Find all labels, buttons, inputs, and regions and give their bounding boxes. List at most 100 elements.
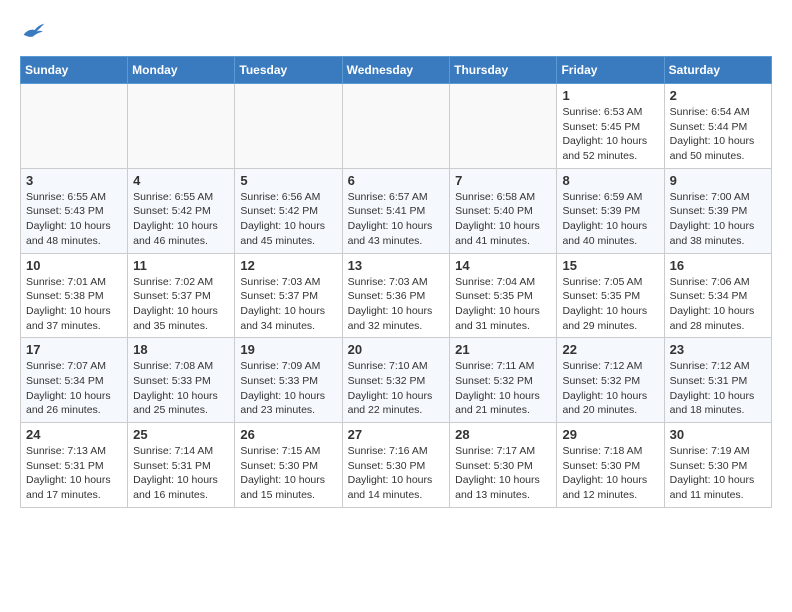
calendar-cell: 9 Sunrise: 7:00 AMSunset: 5:39 PMDaylight… (664, 168, 771, 253)
calendar-cell: 12Sunrise: 7:03 AMSunset: 5:37 PMDayligh… (235, 253, 342, 338)
day-info: Sunrise: 7:10 AMSunset: 5:32 PMDaylight:… (348, 359, 445, 418)
day-header-friday: Friday (557, 57, 664, 84)
day-number: 17 (26, 342, 122, 357)
day-header-saturday: Saturday (664, 57, 771, 84)
day-number: 20 (348, 342, 445, 357)
day-info: Sunrise: 7:18 AMSunset: 5:30 PMDaylight:… (562, 444, 658, 503)
calendar-cell: 13Sunrise: 7:03 AMSunset: 5:36 PMDayligh… (342, 253, 450, 338)
calendar-cell (342, 84, 450, 169)
calendar-cell: 17 Sunrise: 7:07 AMSunset: 5:34 PMDayligh… (21, 338, 128, 423)
calendar-cell: 23 Sunrise: 7:12 AMSunset: 5:31 PMDayligh… (664, 338, 771, 423)
calendar-cell: 16Sunrise: 7:06 AMSunset: 5:34 PMDayligh… (664, 253, 771, 338)
day-header-sunday: Sunday (21, 57, 128, 84)
day-number: 6 (348, 173, 445, 188)
calendar-cell: 8 Sunrise: 6:59 AMSunset: 5:39 PMDaylight… (557, 168, 664, 253)
logo (20, 20, 46, 40)
day-info: Sunrise: 7:12 AMSunset: 5:32 PMDaylight:… (562, 359, 658, 418)
day-info: Sunrise: 7:03 AMSunset: 5:36 PMDaylight:… (348, 275, 445, 334)
calendar-cell: 22 Sunrise: 7:12 AMSunset: 5:32 PMDayligh… (557, 338, 664, 423)
day-info: Sunrise: 7:17 AMSunset: 5:30 PMDaylight:… (455, 444, 551, 503)
day-info: Sunrise: 6:57 AMSunset: 5:41 PMDaylight:… (348, 190, 445, 249)
page-header (20, 20, 772, 40)
day-info: Sunrise: 7:14 AMSunset: 5:31 PMDaylight:… (133, 444, 229, 503)
day-number: 1 (562, 88, 658, 103)
calendar-cell: 20 Sunrise: 7:10 AMSunset: 5:32 PMDayligh… (342, 338, 450, 423)
day-number: 30 (670, 427, 766, 442)
calendar-cell: 10 Sunrise: 7:01 AMSunset: 5:38 PMDayligh… (21, 253, 128, 338)
day-header-tuesday: Tuesday (235, 57, 342, 84)
day-number: 22 (562, 342, 658, 357)
day-info: Sunrise: 6:56 AMSunset: 5:42 PMDaylight:… (240, 190, 336, 249)
day-number: 5 (240, 173, 336, 188)
day-number: 18 (133, 342, 229, 357)
day-info: Sunrise: 6:54 AMSunset: 5:44 PMDaylight:… (670, 105, 766, 164)
calendar-cell: 29 Sunrise: 7:18 AMSunset: 5:30 PMDayligh… (557, 423, 664, 508)
calendar-cell (128, 84, 235, 169)
calendar-cell: 14Sunrise: 7:04 AMSunset: 5:35 PMDayligh… (450, 253, 557, 338)
calendar-cell (450, 84, 557, 169)
calendar-cell: 24 Sunrise: 7:13 AMSunset: 5:31 PMDayligh… (21, 423, 128, 508)
calendar-cell: 25 Sunrise: 7:14 AMSunset: 5:31 PMDayligh… (128, 423, 235, 508)
day-number: 9 (670, 173, 766, 188)
calendar-cell: 5 Sunrise: 6:56 AMSunset: 5:42 PMDaylight… (235, 168, 342, 253)
day-number: 15 (562, 258, 658, 273)
day-number: 21 (455, 342, 551, 357)
day-info: Sunrise: 7:01 AMSunset: 5:38 PMDaylight:… (26, 275, 122, 334)
day-info: Sunrise: 6:59 AMSunset: 5:39 PMDaylight:… (562, 190, 658, 249)
calendar-cell: 21 Sunrise: 7:11 AMSunset: 5:32 PMDayligh… (450, 338, 557, 423)
calendar-cell (235, 84, 342, 169)
day-info: Sunrise: 7:11 AMSunset: 5:32 PMDaylight:… (455, 359, 551, 418)
day-info: Sunrise: 7:08 AMSunset: 5:33 PMDaylight:… (133, 359, 229, 418)
day-info: Sunrise: 7:09 AMSunset: 5:33 PMDaylight:… (240, 359, 336, 418)
day-info: Sunrise: 7:13 AMSunset: 5:31 PMDaylight:… (26, 444, 122, 503)
calendar-cell: 19Sunrise: 7:09 AMSunset: 5:33 PMDayligh… (235, 338, 342, 423)
calendar-cell: 18 Sunrise: 7:08 AMSunset: 5:33 PMDayligh… (128, 338, 235, 423)
calendar-cell: 28Sunrise: 7:17 AMSunset: 5:30 PMDayligh… (450, 423, 557, 508)
calendar-cell: 7Sunrise: 6:58 AMSunset: 5:40 PMDaylight… (450, 168, 557, 253)
day-number: 7 (455, 173, 551, 188)
calendar-cell: 2 Sunrise: 6:54 AMSunset: 5:44 PMDaylight… (664, 84, 771, 169)
day-info: Sunrise: 7:19 AMSunset: 5:30 PMDaylight:… (670, 444, 766, 503)
day-number: 10 (26, 258, 122, 273)
day-info: Sunrise: 7:06 AMSunset: 5:34 PMDaylight:… (670, 275, 766, 334)
calendar-cell: 1 Sunrise: 6:53 AMSunset: 5:45 PMDaylight… (557, 84, 664, 169)
logo-bird-icon (22, 20, 46, 40)
day-number: 29 (562, 427, 658, 442)
calendar-cell: 4 Sunrise: 6:55 AMSunset: 5:42 PMDaylight… (128, 168, 235, 253)
day-info: Sunrise: 6:55 AMSunset: 5:43 PMDaylight:… (26, 190, 122, 249)
day-info: Sunrise: 7:04 AMSunset: 5:35 PMDaylight:… (455, 275, 551, 334)
day-number: 2 (670, 88, 766, 103)
day-number: 11 (133, 258, 229, 273)
day-number: 26 (240, 427, 336, 442)
calendar-header-row: SundayMondayTuesdayWednesdayThursdayFrid… (21, 57, 772, 84)
day-number: 4 (133, 173, 229, 188)
day-number: 8 (562, 173, 658, 188)
calendar-cell: 3 Sunrise: 6:55 AMSunset: 5:43 PMDaylight… (21, 168, 128, 253)
day-info: Sunrise: 7:07 AMSunset: 5:34 PMDaylight:… (26, 359, 122, 418)
calendar-table: SundayMondayTuesdayWednesdayThursdayFrid… (20, 56, 772, 508)
calendar-cell: 11Sunrise: 7:02 AMSunset: 5:37 PMDayligh… (128, 253, 235, 338)
calendar-cell: 6 Sunrise: 6:57 AMSunset: 5:41 PMDaylight… (342, 168, 450, 253)
day-number: 27 (348, 427, 445, 442)
day-header-monday: Monday (128, 57, 235, 84)
calendar-cell: 30 Sunrise: 7:19 AMSunset: 5:30 PMDayligh… (664, 423, 771, 508)
day-info: Sunrise: 6:53 AMSunset: 5:45 PMDaylight:… (562, 105, 658, 164)
day-number: 23 (670, 342, 766, 357)
day-info: Sunrise: 6:55 AMSunset: 5:42 PMDaylight:… (133, 190, 229, 249)
calendar-cell (21, 84, 128, 169)
calendar-cell: 27Sunrise: 7:16 AMSunset: 5:30 PMDayligh… (342, 423, 450, 508)
calendar-cell: 26Sunrise: 7:15 AMSunset: 5:30 PMDayligh… (235, 423, 342, 508)
day-info: Sunrise: 7:12 AMSunset: 5:31 PMDaylight:… (670, 359, 766, 418)
day-info: Sunrise: 7:03 AMSunset: 5:37 PMDaylight:… (240, 275, 336, 334)
calendar-week-4: 17 Sunrise: 7:07 AMSunset: 5:34 PMDayligh… (21, 338, 772, 423)
calendar-week-2: 3 Sunrise: 6:55 AMSunset: 5:43 PMDaylight… (21, 168, 772, 253)
calendar-week-5: 24 Sunrise: 7:13 AMSunset: 5:31 PMDayligh… (21, 423, 772, 508)
day-number: 25 (133, 427, 229, 442)
day-header-wednesday: Wednesday (342, 57, 450, 84)
day-info: Sunrise: 7:00 AMSunset: 5:39 PMDaylight:… (670, 190, 766, 249)
day-info: Sunrise: 7:05 AMSunset: 5:35 PMDaylight:… (562, 275, 658, 334)
calendar-week-3: 10 Sunrise: 7:01 AMSunset: 5:38 PMDayligh… (21, 253, 772, 338)
day-number: 24 (26, 427, 122, 442)
day-number: 3 (26, 173, 122, 188)
calendar-cell: 15 Sunrise: 7:05 AMSunset: 5:35 PMDayligh… (557, 253, 664, 338)
